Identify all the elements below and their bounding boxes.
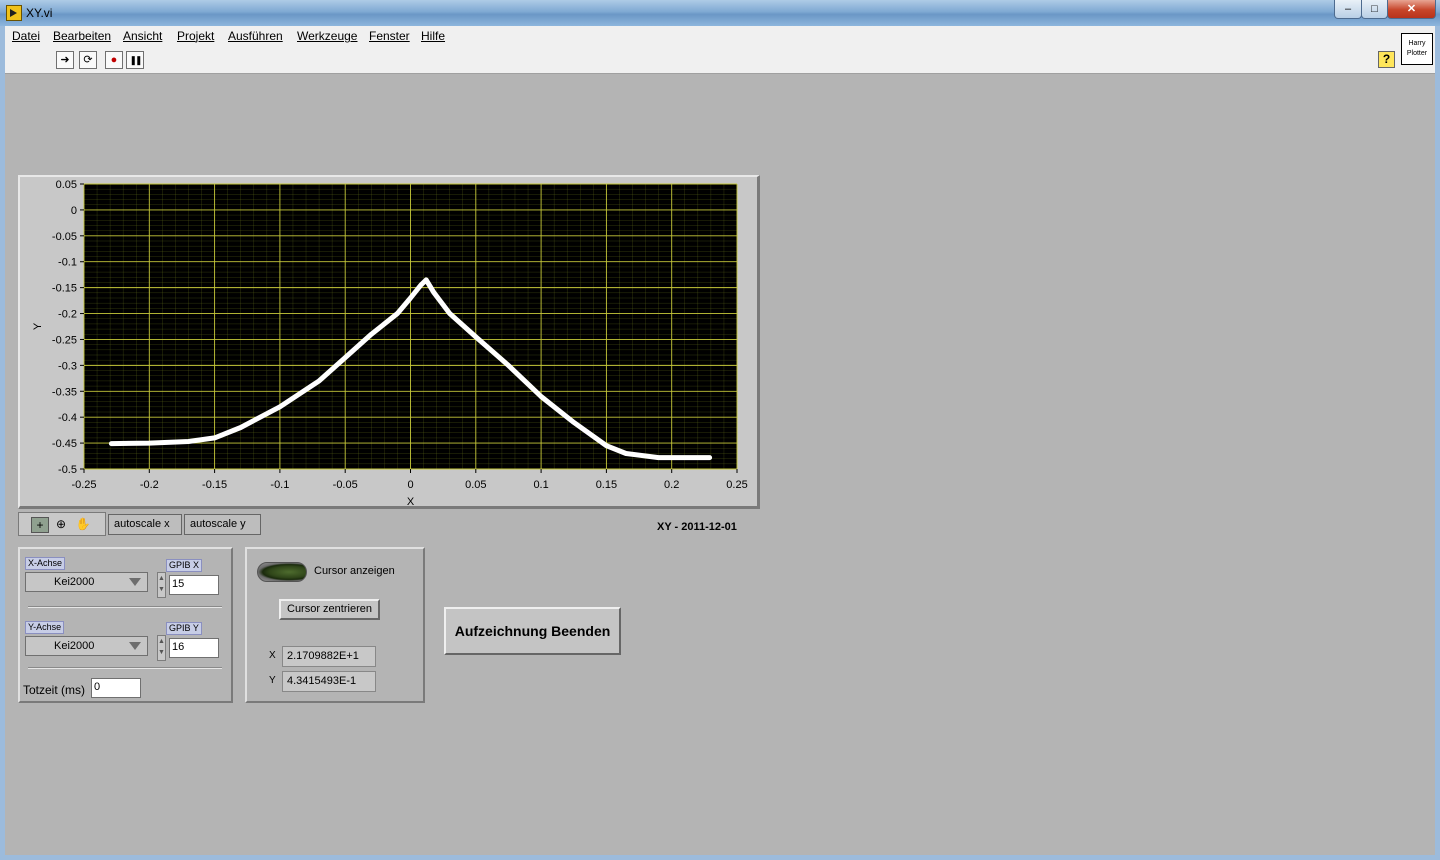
deadtime-field[interactable]: 0 bbox=[91, 678, 141, 698]
pan-hand-icon[interactable]: ✋ bbox=[75, 517, 91, 531]
crosshair-icon[interactable]: + bbox=[31, 517, 49, 533]
menu-hilfe[interactable]: Hilfe bbox=[421, 29, 445, 43]
menu-fenster[interactable]: Fenster bbox=[369, 29, 410, 43]
labview-app-icon bbox=[6, 5, 22, 21]
y-tick-label: -0.3 bbox=[58, 360, 77, 372]
gpib-x-label-chip: GPIB X bbox=[166, 559, 203, 572]
x-tick-label: 0.2 bbox=[664, 479, 679, 491]
window-frame-bottom bbox=[0, 855, 1440, 860]
window-frame-left bbox=[0, 26, 5, 860]
x-tick-label: 0 bbox=[407, 479, 413, 491]
gpib-x-field[interactable]: 15 bbox=[169, 575, 219, 595]
deadtime-label: Totzeit (ms) bbox=[23, 683, 86, 697]
xy-graph[interactable]: -0.25 -0.2 -0.15 -0.1 -0.05 0 0.05 0.1 0.15 0.2 0.… bbox=[18, 175, 760, 509]
window-title: XY.vi bbox=[26, 6, 53, 20]
vi-icon: Harry Plotter bbox=[1401, 33, 1433, 65]
chevron-down-icon bbox=[129, 578, 141, 586]
x-axis-label-chip: X-Achse bbox=[25, 557, 66, 570]
plot-grid bbox=[83, 183, 738, 470]
chevron-down-icon bbox=[129, 642, 141, 650]
x-tick-label: 0.15 bbox=[596, 479, 617, 491]
x-tick-label: -0.1 bbox=[270, 479, 289, 491]
cursor-x-label: X bbox=[269, 650, 276, 661]
y-tick-label: -0.15 bbox=[52, 283, 77, 295]
cursor-y-label: Y bbox=[269, 675, 276, 686]
gpib-x-spinner[interactable]: ▲ ▼ bbox=[157, 572, 166, 598]
autoscale-y-button[interactable]: autoscale y bbox=[184, 514, 261, 535]
gpib-y-spinner[interactable]: ▲ ▼ bbox=[157, 635, 166, 661]
x-tick-label: -0.05 bbox=[333, 479, 358, 491]
y-tick-label: 0 bbox=[71, 205, 77, 217]
y-tick-label: -0.2 bbox=[58, 309, 77, 321]
y-tick-label: -0.05 bbox=[52, 231, 77, 243]
separator bbox=[28, 667, 222, 669]
y-tick-label: -0.25 bbox=[52, 334, 77, 346]
separator bbox=[28, 606, 222, 608]
gpib-y-field[interactable]: 16 bbox=[169, 638, 219, 658]
menu-ausfuehren[interactable]: Ausführen bbox=[228, 29, 283, 43]
y-tick-label: -0.4 bbox=[58, 412, 77, 424]
x-axis-label: X bbox=[407, 496, 415, 508]
cursor-show-toggle[interactable] bbox=[257, 562, 307, 582]
cursor-y-value: 4.3415493E-1 bbox=[282, 671, 376, 692]
y-tick-label: -0.45 bbox=[52, 438, 77, 450]
run-continuously-icon[interactable]: ⟳ bbox=[79, 51, 97, 69]
y-tick-label: -0.35 bbox=[52, 386, 77, 398]
y-axis-device-select[interactable]: Kei2000 bbox=[25, 636, 148, 656]
cursor-x-value: 2.1709882E+1 bbox=[282, 646, 376, 667]
x-tick-label: 0.1 bbox=[533, 479, 548, 491]
center-cursor-button[interactable]: Cursor zentrieren bbox=[279, 599, 380, 620]
run-arrow-icon[interactable]: ➜ bbox=[56, 51, 74, 69]
window-frame-right bbox=[1435, 26, 1440, 860]
y-tick-label: -0.5 bbox=[58, 464, 77, 476]
menu-ansicht[interactable]: Ansicht bbox=[123, 29, 162, 43]
x-tick-label: -0.25 bbox=[71, 479, 96, 491]
menu-datei[interactable]: Datei bbox=[12, 29, 40, 43]
menu-werkzeuge[interactable]: Werkzeuge bbox=[297, 29, 357, 43]
minimize-button[interactable]: – bbox=[1334, 0, 1362, 19]
graph-caption: XY - 2011-12-01 bbox=[657, 521, 737, 533]
x-tick-label: -0.15 bbox=[202, 479, 227, 491]
x-tick-label: 0.25 bbox=[726, 479, 747, 491]
y-axis-device-value: Kei2000 bbox=[54, 640, 95, 652]
y-tick-label: -0.1 bbox=[58, 257, 77, 269]
vi-icon-line1: Harry bbox=[1408, 40, 1426, 47]
pause-icon[interactable]: ❚❚ bbox=[126, 51, 144, 69]
maximize-button[interactable]: □ bbox=[1361, 0, 1388, 19]
menu-bearbeiten[interactable]: Bearbeiten bbox=[53, 29, 111, 43]
context-help-icon[interactable]: ? bbox=[1378, 51, 1395, 68]
x-axis-device-select[interactable]: Kei2000 bbox=[25, 572, 148, 592]
menu-bar: Datei Bearbeiten Ansicht Projekt Ausführ… bbox=[5, 26, 1435, 46]
menu-projekt[interactable]: Projekt bbox=[177, 29, 214, 43]
y-axis-label-chip: Y-Achse bbox=[25, 621, 65, 634]
close-button[interactable]: ✕ bbox=[1387, 0, 1436, 19]
x-tick-label: -0.2 bbox=[140, 479, 159, 491]
abort-stop-icon[interactable]: ● bbox=[105, 51, 123, 69]
vi-icon-line2: Plotter bbox=[1406, 50, 1428, 57]
toolbar: ➜ ⟳ ● ❚❚ bbox=[5, 46, 1435, 74]
graph-palette: + ⊕ ✋ bbox=[18, 512, 106, 536]
y-axis-label: Y bbox=[32, 322, 44, 330]
x-axis-device-value: Kei2000 bbox=[54, 576, 95, 588]
title-bar: XY.vi – □ ✕ bbox=[0, 0, 1440, 27]
stop-recording-button[interactable]: Aufzeichnung Beenden bbox=[444, 607, 621, 655]
y-tick-label: 0.05 bbox=[56, 179, 77, 191]
gpib-y-label-chip: GPIB Y bbox=[166, 622, 202, 635]
autoscale-x-button[interactable]: autoscale x bbox=[108, 514, 182, 535]
zoom-icon[interactable]: ⊕ bbox=[53, 517, 69, 531]
x-tick-label: 0.05 bbox=[465, 479, 486, 491]
cursor-show-label: Cursor anzeigen bbox=[314, 565, 395, 577]
